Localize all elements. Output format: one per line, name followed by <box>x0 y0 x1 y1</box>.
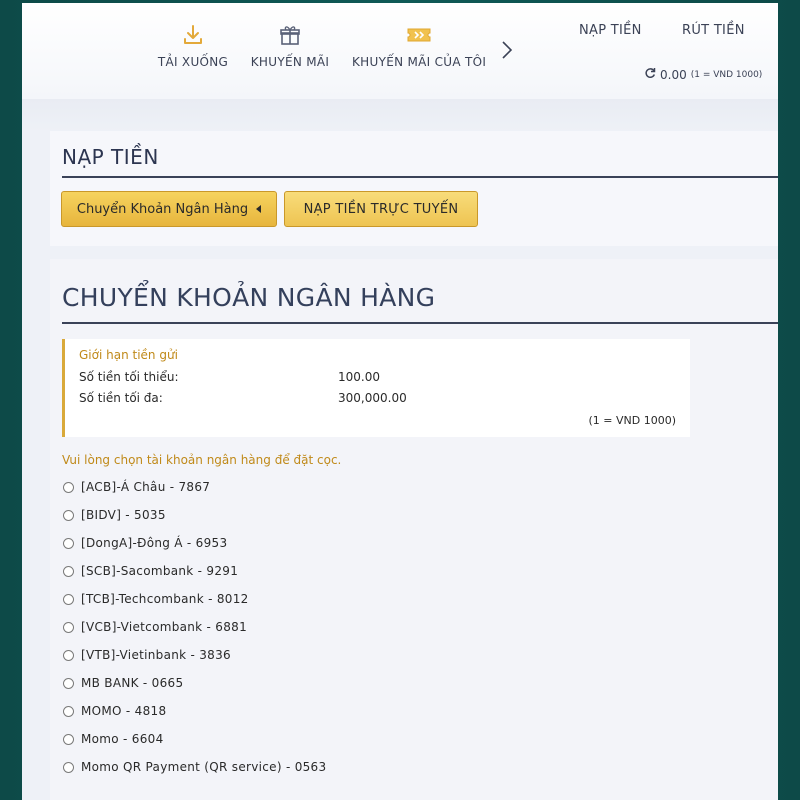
bank-option-label: [VTB]-Vietinbank - 3836 <box>81 648 231 662</box>
download-icon <box>181 23 205 47</box>
radio-button[interactable] <box>63 733 74 745</box>
radio-button[interactable] <box>63 593 74 605</box>
gift-icon <box>278 23 302 47</box>
radio-button[interactable] <box>63 565 74 577</box>
app-frame: TẢI XUỐNG KHUYẾN MÃI KHUYẾN MÃI CỦA TÔI … <box>22 3 778 800</box>
radio-button[interactable] <box>63 677 74 689</box>
top-header: TẢI XUỐNG KHUYẾN MÃI KHUYẾN MÃI CỦA TÔI … <box>22 3 778 99</box>
nav-next-button[interactable] <box>497 39 517 61</box>
nav-my-promotions[interactable]: KHUYẾN MÃI CỦA TÔI <box>352 23 487 69</box>
bank-transfer-section: CHUYỂN KHOẢN NGÂN HÀNG Giới hạn tiền gửi… <box>50 259 778 800</box>
balance-rate: (1 = VND 1000) <box>690 69 763 80</box>
bank-option-label: MOMO - 4818 <box>81 704 167 718</box>
tab-bank-transfer[interactable]: Chuyển Khoản Ngân Hàng <box>61 191 277 227</box>
deposit-title-divider <box>62 176 778 178</box>
balance-display: 0.00 (1 = VND 1000) <box>644 67 762 82</box>
bank-option[interactable]: Momo - 6604 <box>62 725 462 753</box>
deposit-section: NẠP TIỀN Chuyển Khoản Ngân Hàng NẠP TIỀN… <box>50 131 778 246</box>
bank-option[interactable]: Momo QR Payment (QR service) - 0563 <box>62 753 462 781</box>
bank-option-label: [DongA]-Đông Á - 6953 <box>81 536 228 550</box>
bank-option[interactable]: [SCB]-Sacombank - 9291 <box>62 557 462 585</box>
bank-option[interactable]: [BIDV] - 5035 <box>62 501 462 529</box>
radio-button[interactable] <box>63 705 74 717</box>
tab-online-deposit-label: NẠP TIỀN TRỰC TUYẾN <box>303 201 459 217</box>
caret-left-icon <box>256 205 262 213</box>
bank-account-list: [ACB]-Á Châu - 7867 [BIDV] - 5035 [DongA… <box>62 473 462 781</box>
header-divider <box>22 99 778 133</box>
tab-online-deposit[interactable]: NẠP TIỀN TRỰC TUYẾN <box>284 191 478 227</box>
bank-option-label: Momo - 6604 <box>81 732 164 746</box>
deposit-title: NẠP TIỀN <box>62 145 159 169</box>
bank-option-label: [TCB]-Techcombank - 8012 <box>81 592 249 606</box>
choose-bank-prompt: Vui lòng chọn tài khoản ngân hàng để đặt… <box>62 453 342 467</box>
radio-button[interactable] <box>63 621 74 633</box>
radio-button[interactable] <box>63 537 74 549</box>
refresh-icon[interactable] <box>644 67 656 82</box>
bank-option[interactable]: MB BANK - 0665 <box>62 669 462 697</box>
nav-download[interactable]: TẢI XUỐNG <box>156 23 230 69</box>
bank-option[interactable]: [VCB]-Vietcombank - 6881 <box>62 613 462 641</box>
limits-title: Giới hạn tiền gửi <box>79 348 178 362</box>
radio-button[interactable] <box>63 761 74 773</box>
bank-option-label: MB BANK - 0665 <box>81 676 184 690</box>
min-amount-label: Số tiền tối thiểu: <box>79 370 179 384</box>
max-amount-value: 300,000.00 <box>338 391 407 405</box>
bank-option-label: [ACB]-Á Châu - 7867 <box>81 480 211 494</box>
bank-option-label: [VCB]-Vietcombank - 6881 <box>81 620 248 634</box>
withdraw-link[interactable]: RÚT TIỀN <box>682 23 745 38</box>
ticket-icon <box>406 23 431 47</box>
bank-option[interactable]: MOMO - 4818 <box>62 697 462 725</box>
bank-transfer-title: CHUYỂN KHOẢN NGÂN HÀNG <box>62 283 436 312</box>
chevron-right-icon <box>502 41 513 59</box>
bank-option-label: [BIDV] - 5035 <box>81 508 166 522</box>
radio-button[interactable] <box>63 481 74 493</box>
bank-option-label: Momo QR Payment (QR service) - 0563 <box>81 760 327 774</box>
nav-promotions-label: KHUYẾN MÃI <box>250 55 330 69</box>
bank-option[interactable]: [ACB]-Á Châu - 7867 <box>62 473 462 501</box>
nav-my-promotions-label: KHUYẾN MÃI CỦA TÔI <box>352 55 487 69</box>
nav-promotions[interactable]: KHUYẾN MÃI <box>248 23 332 69</box>
bank-option[interactable]: [DongA]-Đông Á - 6953 <box>62 529 462 557</box>
balance-amount: 0.00 <box>660 67 687 82</box>
deposit-limits-box: Giới hạn tiền gửi Số tiền tối thiểu: 100… <box>62 339 690 437</box>
radio-button[interactable] <box>63 509 74 521</box>
radio-button[interactable] <box>63 649 74 661</box>
bank-option-label: [SCB]-Sacombank - 9291 <box>81 564 239 578</box>
bank-option[interactable]: [TCB]-Techcombank - 8012 <box>62 585 462 613</box>
min-amount-value: 100.00 <box>338 370 380 384</box>
bank-option[interactable]: [VTB]-Vietinbank - 3836 <box>62 641 462 669</box>
limits-rate: (1 = VND 1000) <box>588 414 676 427</box>
tab-bank-transfer-label: Chuyển Khoản Ngân Hàng <box>76 201 249 217</box>
bank-transfer-title-divider <box>62 322 778 324</box>
deposit-link[interactable]: NẠP TIỀN <box>579 23 642 38</box>
max-amount-label: Số tiền tối đa: <box>79 391 163 405</box>
nav-download-label: TẢI XUỐNG <box>157 55 229 69</box>
